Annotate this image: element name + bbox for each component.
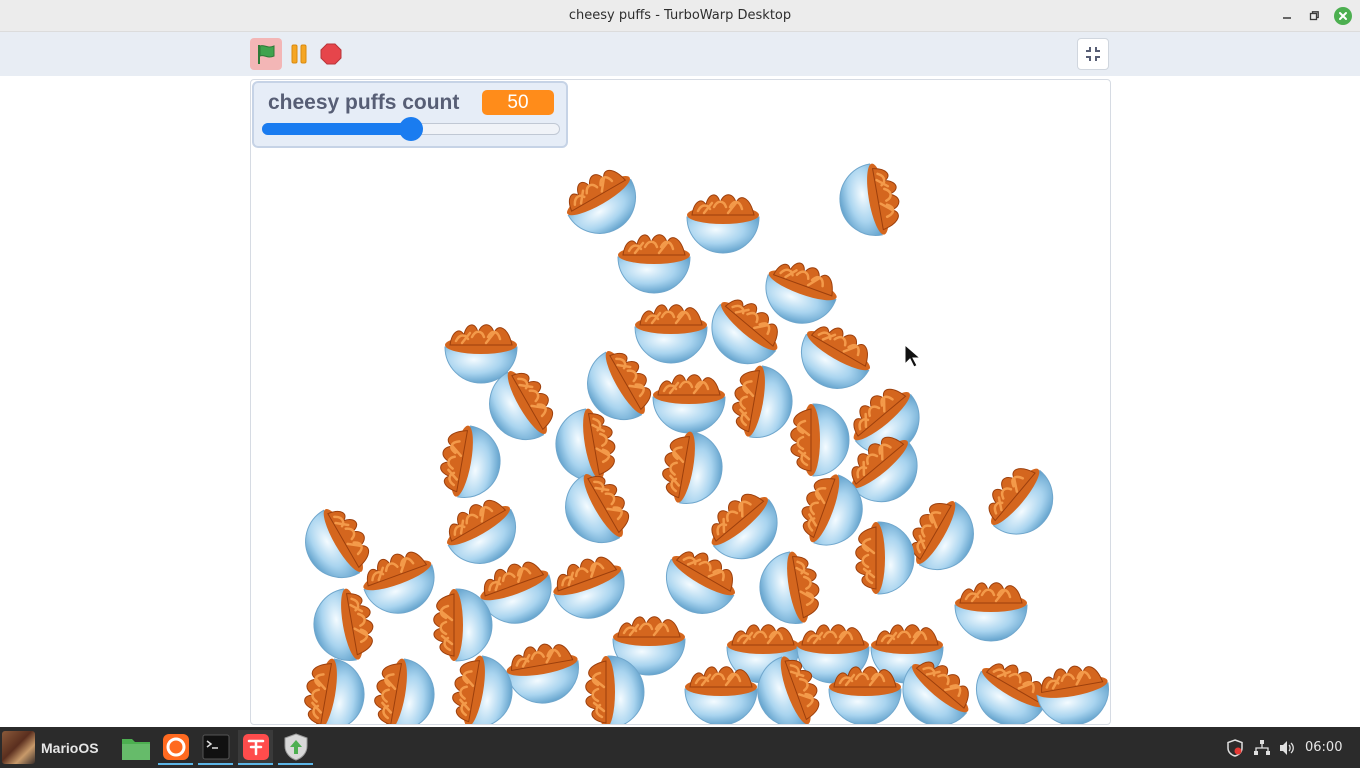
minimize-icon[interactable] — [1278, 7, 1296, 25]
folder-icon — [121, 738, 150, 760]
mouse-cursor-icon — [904, 344, 922, 368]
green-flag-icon — [258, 45, 275, 64]
stop-button[interactable] — [315, 38, 347, 70]
window-title: cheesy puffs - TurboWarp Desktop — [568, 8, 792, 23]
firefox-icon — [162, 733, 189, 760]
cheesy-puffs-bowl-sprite — [842, 519, 920, 597]
network-icon[interactable] — [1253, 739, 1271, 757]
taskbar-firefox[interactable] — [158, 730, 193, 765]
slider-thumb[interactable] — [399, 117, 423, 141]
taskbar: MarioOS 06:00 — [0, 727, 1360, 768]
exit-fullscreen-button[interactable] — [1077, 38, 1109, 70]
start-menu-button[interactable]: MarioOS — [2, 731, 99, 764]
player-toolbar — [0, 32, 1360, 76]
terminal-icon — [202, 734, 229, 759]
taskbar-update-manager[interactable] — [278, 730, 313, 765]
cheesy-puffs-bowl-sprite — [572, 653, 650, 724]
pause-icon — [291, 44, 307, 64]
close-icon[interactable] — [1334, 7, 1352, 25]
stop-icon — [320, 43, 342, 65]
taskbar-turbowarp[interactable] — [238, 730, 273, 765]
monitor-value: 50 — [482, 90, 554, 115]
title-bar: cheesy puffs - TurboWarp Desktop — [0, 0, 1360, 32]
volume-icon[interactable] — [1278, 739, 1296, 757]
turbowarp-icon — [242, 733, 269, 760]
maximize-icon[interactable] — [1305, 7, 1323, 25]
taskbar-terminal[interactable] — [198, 730, 233, 765]
exit-fullscreen-icon — [1086, 47, 1100, 61]
cheesy-puffs-bowl-sprite — [356, 650, 446, 724]
cheesy-puffs-bowl-sprite — [615, 221, 693, 299]
cheesy-puffs-bowl-sprite — [1028, 647, 1110, 724]
shield-icon[interactable] — [1226, 739, 1244, 757]
avatar — [2, 731, 35, 764]
slider-fill — [262, 123, 411, 135]
cheesy-puffs-bowl-sprite — [434, 647, 524, 724]
stage[interactable]: cheesy puffs count 50 — [250, 79, 1111, 725]
cheesy-puffs-bowl-sprite — [684, 181, 762, 259]
start-label: MarioOS — [41, 739, 99, 756]
clock: 06:00 — [1305, 740, 1343, 755]
shield-update-icon — [284, 732, 307, 761]
cheesy-puffs-bowl-sprite — [828, 155, 918, 245]
count-slider[interactable] — [262, 117, 560, 141]
taskbar-files[interactable] — [118, 730, 153, 765]
cheesy-puffs-bowl-sprite — [952, 569, 1030, 647]
monitor-label: cheesy puffs count — [268, 91, 460, 114]
slider-monitor: cheesy puffs count 50 — [252, 81, 568, 148]
pause-button[interactable] — [283, 38, 315, 70]
green-flag-button[interactable] — [250, 38, 282, 70]
